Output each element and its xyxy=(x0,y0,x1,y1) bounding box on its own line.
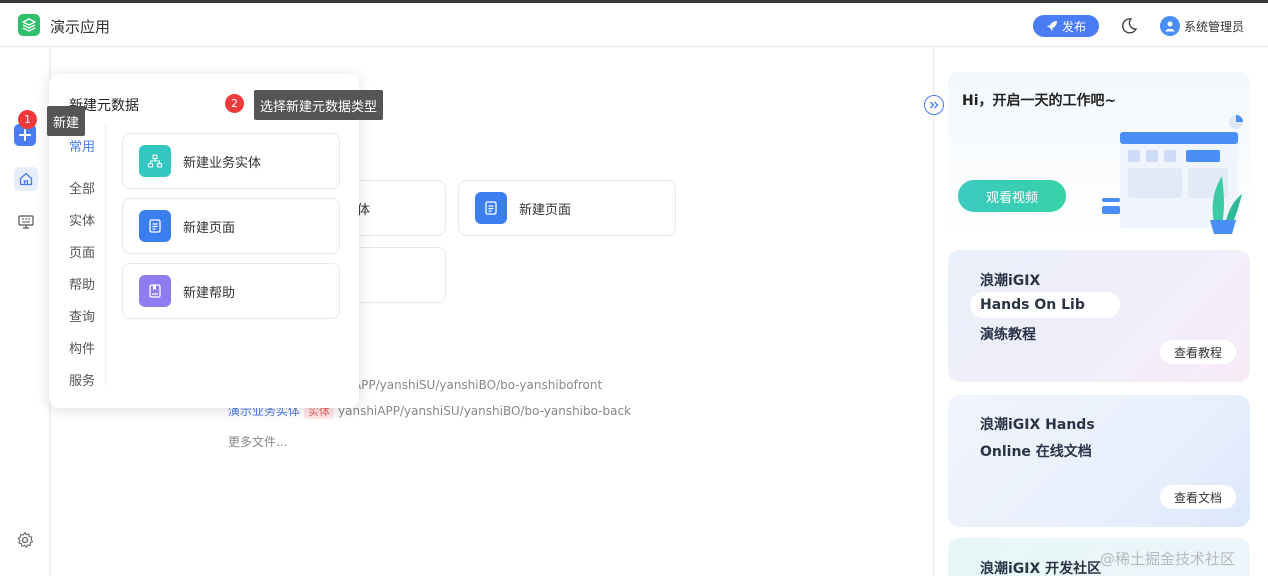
card-label: 新建帮助 xyxy=(183,285,236,301)
monitor-icon xyxy=(18,215,34,229)
promo-line: 演练教程 xyxy=(980,327,1036,343)
view-docs-button[interactable]: 查看文档 xyxy=(1160,485,1236,509)
home-button[interactable] xyxy=(14,167,38,191)
rocket-icon xyxy=(1046,21,1057,31)
category-help[interactable]: 帮助 xyxy=(69,274,95,293)
dark-mode-icon[interactable] xyxy=(1120,17,1138,35)
publish-label: 发布 xyxy=(1061,19,1086,34)
view-tutorial-button[interactable]: 查看教程 xyxy=(1160,340,1236,364)
category-query[interactable]: 查询 xyxy=(69,306,95,325)
welcome-card: Hi，开启一天的工作吧~ 观看视频 xyxy=(948,72,1250,238)
recent-file-path: yanshiAPP/yanshiSU/yanshiBO/bo-yanshibo-… xyxy=(338,404,632,418)
promo-line: 浪潮iGIX 开发社区 xyxy=(980,561,1102,576)
quick-card-new-page[interactable]: 新建页面 xyxy=(458,180,676,236)
new-page-card[interactable]: 新建页面 xyxy=(122,198,340,254)
guide-text: 选择新建元数据类型 xyxy=(260,99,378,115)
category-component[interactable]: 构件 xyxy=(69,338,95,357)
hierarchy-icon xyxy=(139,145,171,177)
category-all[interactable]: 全部 xyxy=(69,178,95,197)
card-label: 新建业务实体 xyxy=(183,155,262,171)
new-business-entity-card[interactable]: 新建业务实体 xyxy=(122,133,340,189)
welcome-title: Hi，开启一天的工作吧~ xyxy=(962,93,1117,109)
dashboard-illustration xyxy=(1102,115,1243,234)
user-avatar[interactable] xyxy=(1160,16,1180,36)
help-book-icon xyxy=(139,275,171,307)
category-divider xyxy=(105,124,106,386)
page-icon xyxy=(475,192,507,224)
promo-line: 浪潮iGIX Hands xyxy=(980,417,1095,433)
app-logo[interactable] xyxy=(18,14,40,36)
collapse-panel-button[interactable] xyxy=(924,95,944,115)
watch-video-button[interactable]: 观看视频 xyxy=(958,180,1066,212)
monitor-button[interactable] xyxy=(16,213,36,231)
gear-icon[interactable] xyxy=(16,531,34,549)
double-chevron-right-icon xyxy=(930,101,939,109)
page-icon xyxy=(139,210,171,242)
promo-line: Online 在线文档 xyxy=(980,444,1092,460)
recent-file-path: hiAPP/yanshiSU/yanshiBO/bo-yanshibofront xyxy=(342,378,603,392)
user-name[interactable]: 系统管理员 xyxy=(1184,18,1244,35)
guide-tooltip-step2: 选择新建元数据类型 xyxy=(254,90,384,120)
promo-line: Hands On Lib xyxy=(980,297,1085,313)
guide-step-badge: 2 xyxy=(225,94,244,113)
category-entity[interactable]: 实体 xyxy=(69,210,95,229)
app-title: 演示应用 xyxy=(50,18,111,36)
new-help-card[interactable]: 新建帮助 xyxy=(122,263,340,319)
card-label: 新建页面 xyxy=(183,220,236,236)
recent-file-item[interactable]: hiAPP/yanshiSU/yanshiBO/bo-yanshibofront xyxy=(342,378,602,392)
plus-icon xyxy=(19,129,31,141)
promo-card-tutorial[interactable]: 浪潮iGIX Hands On Lib 演练教程 查看教程 xyxy=(948,250,1250,382)
category-service[interactable]: 服务 xyxy=(69,370,95,389)
guide-text: 新建 xyxy=(53,115,80,131)
category-page[interactable]: 页面 xyxy=(69,242,95,261)
promo-card-docs[interactable]: 浪潮iGIX Hands Online 在线文档 查看文档 xyxy=(948,395,1250,527)
guide-tooltip-step1: 新建 xyxy=(47,106,86,136)
publish-button[interactable]: 发布 xyxy=(1033,15,1099,37)
promo-line: 浪潮iGIX xyxy=(980,273,1041,289)
app-header: 演示应用 发布 系统管理员 xyxy=(0,3,1268,47)
watermark: @稀土掘金技术社区 xyxy=(1100,550,1236,568)
user-icon xyxy=(1165,21,1175,32)
home-icon xyxy=(19,172,33,186)
more-files-link[interactable]: 更多文件... xyxy=(228,433,287,450)
new-metadata-popup: 新建元数据 常用 全部 实体 页面 帮助 查询 构件 服务 新建业务实体 新建页… xyxy=(49,74,359,408)
category-common[interactable]: 常用 xyxy=(69,136,95,155)
guide-step-badge: 1 xyxy=(18,110,37,129)
layers-icon xyxy=(22,18,36,32)
quick-card-label: 新建页面 xyxy=(519,202,572,218)
